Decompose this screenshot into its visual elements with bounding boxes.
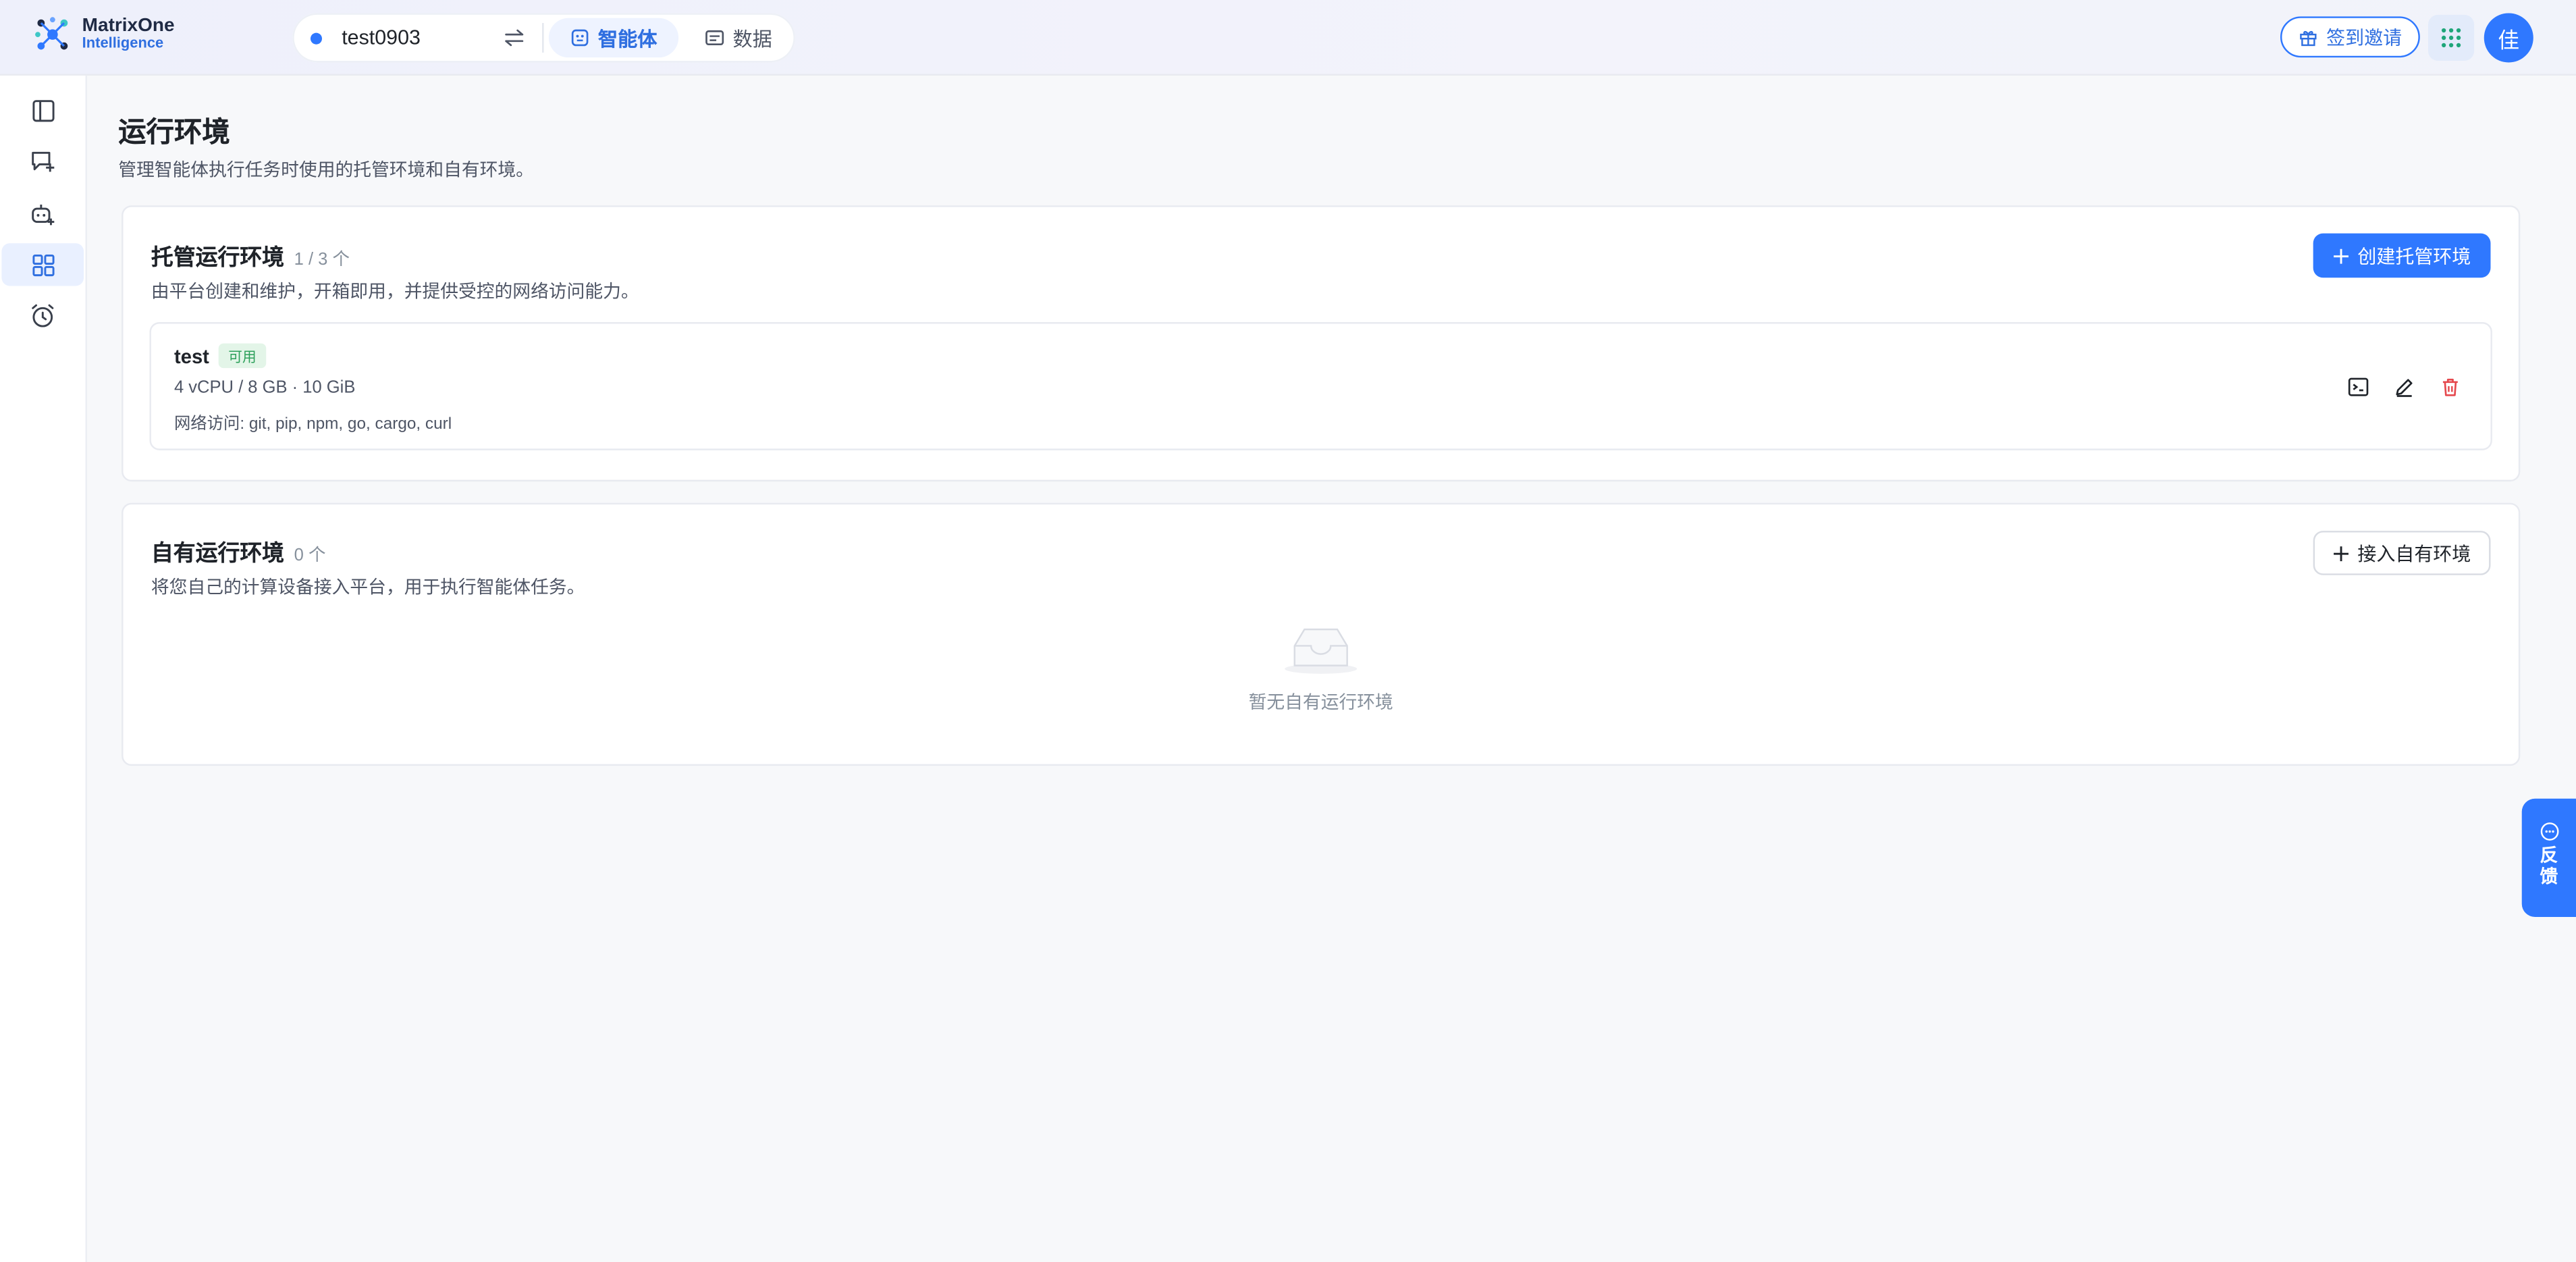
own-count: 0 个 bbox=[294, 545, 326, 566]
brand-logo[interactable]: MatrixOne Intelligence bbox=[33, 15, 175, 54]
add-agent-icon bbox=[32, 204, 55, 226]
sidebar-item-schedule[interactable] bbox=[1, 294, 84, 337]
apps-grid-button[interactable] bbox=[2428, 14, 2475, 61]
switch-workspace-icon[interactable] bbox=[503, 26, 526, 49]
brand-subtitle: Intelligence bbox=[82, 34, 164, 51]
plus-icon bbox=[2334, 545, 2349, 560]
matrixone-logo-icon bbox=[35, 17, 68, 50]
create-managed-env-label: 创建托管环境 bbox=[2357, 247, 2471, 267]
own-title-text: 自有运行环境 bbox=[151, 540, 285, 566]
app-root: MatrixOne Intelligence test0903 智能体 数据 签… bbox=[0, 0, 2576, 1262]
environment-name: test bbox=[173, 345, 209, 369]
empty-state-text: 暂无自有运行环境 bbox=[1248, 693, 1393, 714]
chat-bubble-icon bbox=[2540, 822, 2558, 841]
empty-state: 暂无自有运行环境 bbox=[124, 623, 2519, 714]
own-section-description: 将您自己的计算设备接入平台，用于执行智能体任务。 bbox=[151, 578, 585, 598]
gift-icon bbox=[2300, 30, 2317, 45]
page-description: 管理智能体执行任务时使用的托管环境和自有环境。 bbox=[118, 161, 534, 181]
workspace-name[interactable]: test0903 bbox=[342, 26, 500, 49]
environment-list-item[interactable]: test 可用 4 vCPU / 8 GB · 10 GiB 网络访问: git… bbox=[149, 322, 2492, 450]
managed-count: 1 / 3 个 bbox=[294, 249, 350, 270]
managed-title-text: 托管运行环境 bbox=[151, 244, 285, 270]
terminal-icon bbox=[2347, 377, 2368, 396]
edit-button[interactable] bbox=[2392, 375, 2415, 398]
sidebar-item-environments[interactable] bbox=[1, 243, 84, 286]
managed-environments-card: 托管运行环境 1 / 3 个 由平台创建和维护，开箱即用，并提供受控的网络访问能力… bbox=[122, 205, 2521, 482]
page-title: 运行环境 bbox=[118, 116, 230, 149]
create-managed-env-button[interactable]: 创建托管环境 bbox=[2313, 233, 2491, 278]
connect-own-env-label: 接入自有环境 bbox=[2357, 544, 2471, 564]
tab-agents-label: 智能体 bbox=[597, 27, 658, 51]
tab-agents[interactable]: 智能体 bbox=[548, 18, 679, 58]
data-icon bbox=[705, 30, 724, 46]
tab-data[interactable]: 数据 bbox=[683, 18, 793, 57]
terminal-button[interactable] bbox=[2346, 375, 2369, 398]
environment-actions bbox=[2346, 375, 2461, 398]
checkin-invite-button[interactable]: 签到邀请 bbox=[2280, 16, 2420, 58]
sidebar-toggle-icon bbox=[32, 99, 54, 122]
managed-section-description: 由平台创建和维护，开箱即用，并提供受控的网络访问能力。 bbox=[151, 282, 639, 303]
delete-button[interactable] bbox=[2438, 375, 2461, 398]
trash-icon bbox=[2442, 377, 2457, 396]
empty-inbox-icon bbox=[1285, 628, 1358, 674]
own-section-title: 自有运行环境 0 个 bbox=[151, 534, 326, 567]
managed-section-title: 托管运行环境 1 / 3 个 bbox=[151, 238, 350, 271]
environment-spec: 4 vCPU / 8 GB · 10 GiB bbox=[173, 377, 356, 398]
status-badge: 可用 bbox=[218, 343, 267, 369]
sidebar-item-toggle[interactable] bbox=[1, 88, 84, 131]
agent-icon bbox=[571, 29, 589, 47]
divider bbox=[542, 23, 544, 53]
environment-network-access: 网络访问: git, pip, npm, go, cargo, curl bbox=[173, 415, 452, 434]
tab-data-label: 数据 bbox=[732, 27, 772, 51]
edit-icon bbox=[2395, 378, 2412, 396]
new-chat-icon bbox=[32, 151, 55, 172]
grid-icon bbox=[32, 253, 54, 275]
checkin-invite-label: 签到邀请 bbox=[2326, 28, 2403, 49]
feedback-label: 反馈 bbox=[2540, 846, 2558, 888]
top-bar: MatrixOne Intelligence test0903 智能体 数据 签… bbox=[0, 0, 2576, 76]
sidebar-item-new-chat[interactable] bbox=[1, 140, 84, 182]
plus-icon bbox=[2334, 248, 2349, 263]
brand-name: MatrixOne bbox=[82, 16, 175, 36]
workspace-status-dot bbox=[310, 32, 323, 44]
connect-own-env-button[interactable]: 接入自有环境 bbox=[2313, 531, 2491, 575]
own-environments-card: 自有运行环境 0 个 将您自己的计算设备接入平台，用于执行智能体任务。 接入自有环… bbox=[122, 502, 2521, 766]
workspace-switcher: test0903 智能体 数据 bbox=[292, 13, 795, 63]
apps-grid-icon bbox=[2441, 28, 2461, 48]
user-avatar[interactable]: 佳 bbox=[2484, 13, 2533, 63]
alarm-clock-icon bbox=[32, 304, 54, 327]
sidebar-item-add-agent[interactable] bbox=[1, 192, 84, 235]
feedback-button[interactable]: 反馈 bbox=[2521, 798, 2576, 918]
sidebar bbox=[0, 75, 87, 1262]
